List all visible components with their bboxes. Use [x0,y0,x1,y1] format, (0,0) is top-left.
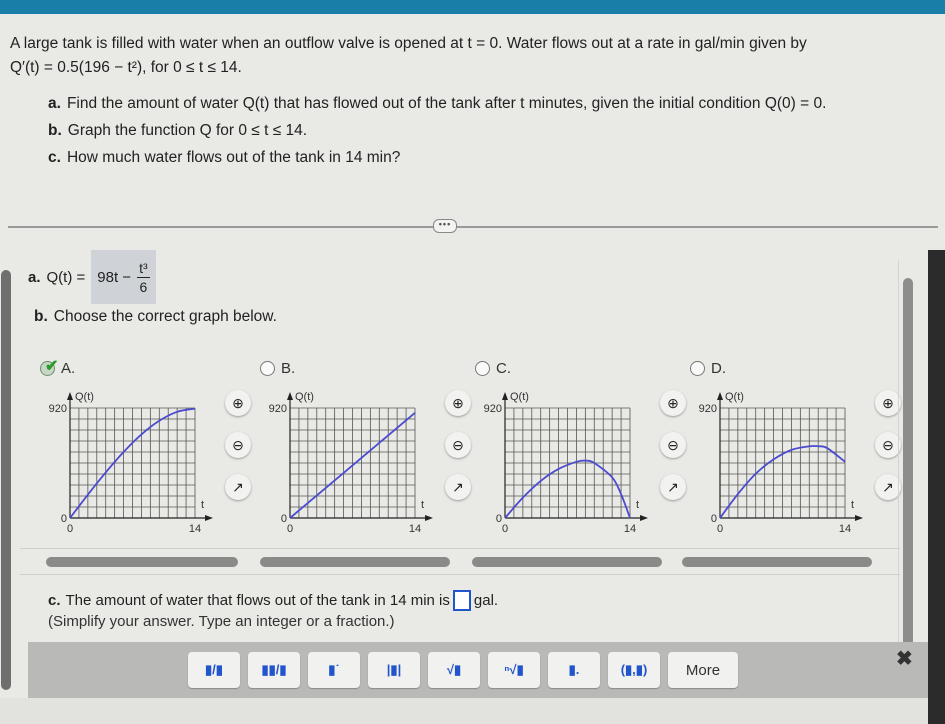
answer-hint: (Simplify your answer. Type an integer o… [48,613,395,630]
graph-d: Q(t)92000 14t [699,391,863,535]
x-axis-label: t [851,499,854,511]
scrollbar-c[interactable] [472,557,662,567]
scrollbar-d[interactable] [682,557,872,567]
scrollbar-a[interactable] [46,557,238,567]
right-scrollbar[interactable] [898,260,924,660]
answer-a: a. Q(t) = 98t − t³ 6 [28,250,156,304]
bottom-strip [0,698,928,724]
y-axis-arrow [287,392,293,400]
fraction-button[interactable]: ▮/▮ [188,652,240,688]
x-tick-label: 0 [502,523,508,535]
nth-root-button[interactable]: ⁿ√▮ [488,652,540,688]
popout-icon[interactable]: ↗ [225,474,251,500]
checkmark-icon: ✔ [45,358,59,375]
answer-a-value[interactable]: 98t − t³ 6 [91,250,156,304]
y-axis-label: Q(t) [75,391,94,403]
graph-b: Q(t)92000 14t [269,391,433,535]
part-a: a. Find the amount of water Q(t) that has… [48,95,827,112]
screen-edge [928,250,945,724]
graph-c: Q(t)92000 14t [484,391,648,535]
expand-button[interactable]: ••• [433,219,457,233]
y-axis-label: Q(t) [510,391,529,403]
x-tick-label: 0 [287,523,293,535]
x-axis-arrow [855,515,863,521]
math-toolbar: ▮/▮ ▮▮/▮ ▮˙ |▮| √▮ ⁿ√▮ ▮. (▮,▮) More ✖ [28,642,928,698]
x-tick-label: 14 [409,523,421,535]
x-tick-label: 14 [839,523,851,535]
radio-option-d[interactable] [690,361,705,376]
x-axis-label: t [201,499,204,511]
close-icon[interactable]: ✖ [896,646,913,671]
more-button[interactable]: More [668,652,738,688]
zoom-in-icon[interactable]: ⊕ [225,390,251,416]
absolute-value-button[interactable]: |▮| [368,652,420,688]
x-tick-label: 14 [624,523,636,535]
part-b: b. Graph the function Q for 0 ≤ t ≤ 14. [48,122,308,139]
part-c: c. How much water flows out of the tank i… [48,149,401,166]
x-tick-label: 0 [717,523,723,535]
radio-option-a[interactable]: ✔ [40,358,58,376]
option-a[interactable]: ✔ A. Q(t) 920 0 0 14 t ⊕ ⊖ ↗ [30,358,251,540]
option-c[interactable]: C. Q(t) 920 0 0 14 t ⊕ ⊖ ↗ [465,360,686,540]
y-tick-label: 920 [49,403,67,415]
x-tick-label: 0 [67,523,73,535]
x-axis-arrow [425,515,433,521]
exponent-button[interactable]: ▮˙ [308,652,360,688]
option-d[interactable]: D. Q(t) 920 0 0 14 t ⊕ ⊖ ↗ [680,360,901,540]
graph-a: Q(t)92000 14t [49,391,213,535]
scrollbar-b[interactable] [260,557,450,567]
option-scrollbars [20,548,900,578]
left-scrollbar[interactable] [0,270,14,700]
y-axis-arrow [67,392,73,400]
y-axis-arrow [502,392,508,400]
mixed-number-button[interactable]: ▮▮/▮ [248,652,300,688]
y-tick-label: 920 [699,403,717,415]
ordered-pair-button[interactable]: (▮,▮) [608,652,660,688]
x-axis-arrow [205,515,213,521]
x-tick-label: 14 [189,523,201,535]
fraction: t³ 6 [137,259,150,295]
answer-c: c. The amount of water that flows out of… [48,590,499,611]
y-axis-arrow [717,392,723,400]
square-root-button[interactable]: √▮ [428,652,480,688]
section-divider [8,226,938,228]
radio-option-c[interactable] [475,361,490,376]
problem-statement: A large tank is filled with water when a… [10,32,935,80]
problem-parts: a. Find the amount of water Q(t) that has… [48,90,826,171]
y-axis-label: Q(t) [295,391,314,403]
answer-b-prompt: b. Choose the correct graph below. [34,308,277,325]
top-bar [0,0,945,14]
answer-c-input[interactable] [452,590,471,611]
rate-function: Q′(t) = 0.5(196 − t²), for 0 ≤ t ≤ 14. [10,59,242,76]
problem-intro: A large tank is filled with water when a… [10,35,807,52]
option-b[interactable]: B. Q(t) 920 0 0 14 t ⊕ ⊖ ↗ [250,360,471,540]
y-axis-label: Q(t) [725,391,744,403]
radio-option-b[interactable] [260,361,275,376]
x-axis-label: t [421,499,424,511]
zoom-out-icon[interactable]: ⊖ [225,432,251,458]
y-tick-label: 920 [269,403,287,415]
y-tick-label: 920 [484,403,502,415]
x-axis-label: t [636,499,639,511]
subscript-button[interactable]: ▮. [548,652,600,688]
x-axis-arrow [640,515,648,521]
